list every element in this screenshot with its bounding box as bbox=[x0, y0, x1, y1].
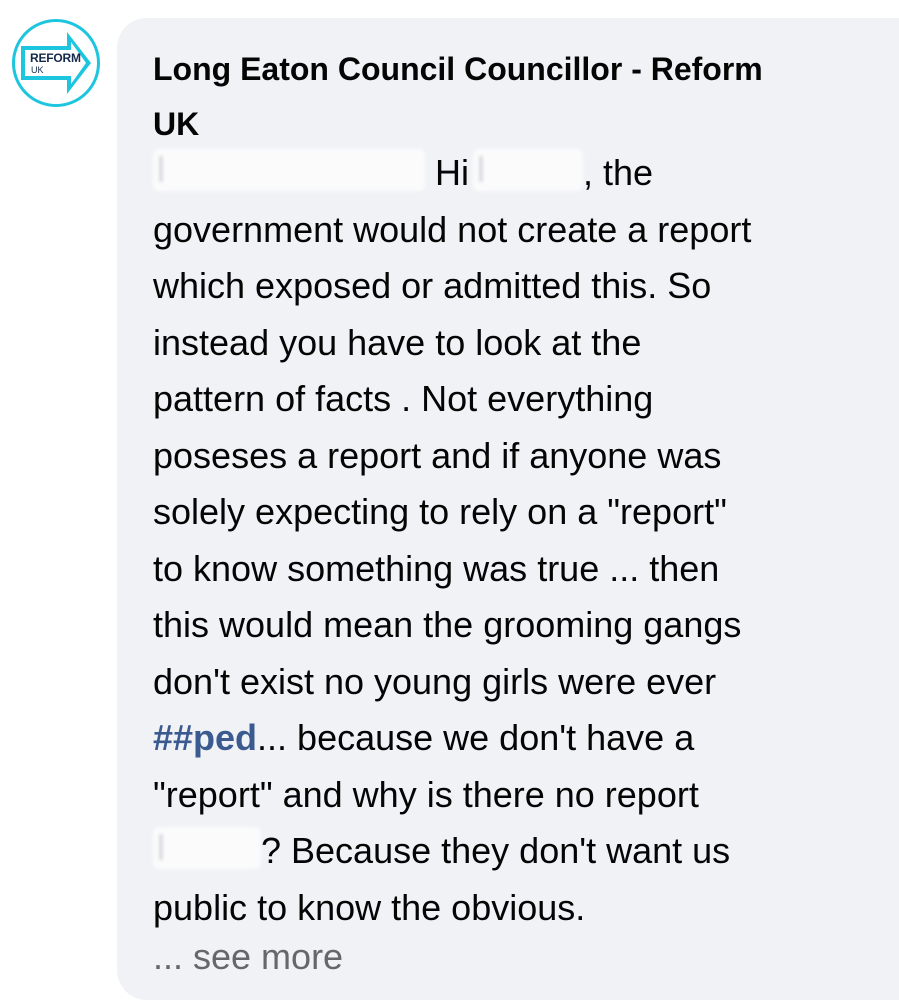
redacted-name: l bbox=[153, 827, 261, 869]
comment-line: instead you have to look at the bbox=[153, 321, 642, 363]
comment-line: l? Because they don't want us bbox=[153, 823, 873, 880]
comment-line: poseses a report and if anyone was bbox=[153, 434, 722, 476]
redacted-mention: l bbox=[153, 149, 425, 191]
avatar-brand-text: REFORM bbox=[30, 51, 81, 65]
comment-line: solely expecting to rely on a "report" bbox=[153, 491, 727, 532]
see-more-link[interactable]: ... see more bbox=[153, 932, 343, 982]
comment-line: "report" and why is there no report bbox=[153, 773, 699, 815]
comment-line: to know something was true ... then bbox=[153, 547, 720, 589]
comment-line: l Hi l, the bbox=[153, 145, 873, 202]
greeting-text: Hi bbox=[435, 152, 470, 193]
comment-line: pattern of facts . Not everything bbox=[153, 378, 654, 419]
comment-line: government would not create a report bbox=[153, 208, 752, 250]
author-name-line2[interactable]: UK bbox=[153, 106, 199, 142]
hashtag-link[interactable]: ##ped bbox=[153, 717, 257, 758]
redacted-name: l bbox=[473, 149, 584, 191]
comment-text: ... because we don't have a bbox=[257, 717, 695, 758]
avatar-sub-text: UK bbox=[31, 65, 44, 75]
comment-body: l Hi l, the government would not create … bbox=[153, 145, 873, 936]
comment-text: ? Because they don't want us bbox=[261, 830, 731, 871]
comment-line: ##ped... because we don't have a bbox=[153, 710, 873, 767]
comment-author[interactable]: Long Eaton Council Councillor - Reform U… bbox=[153, 42, 853, 152]
author-name-line1[interactable]: Long Eaton Council Councillor - Reform bbox=[153, 51, 763, 87]
comment-line: which exposed or admitted this. So bbox=[153, 265, 712, 306]
comment-line: public to know the obvious. bbox=[153, 886, 586, 928]
comment-line: don't exist no young girls were ever bbox=[153, 660, 717, 702]
comment-text: , the bbox=[583, 152, 654, 193]
avatar[interactable]: REFORM UK bbox=[12, 19, 100, 107]
comment-line: this would mean the grooming gangs bbox=[153, 604, 742, 645]
